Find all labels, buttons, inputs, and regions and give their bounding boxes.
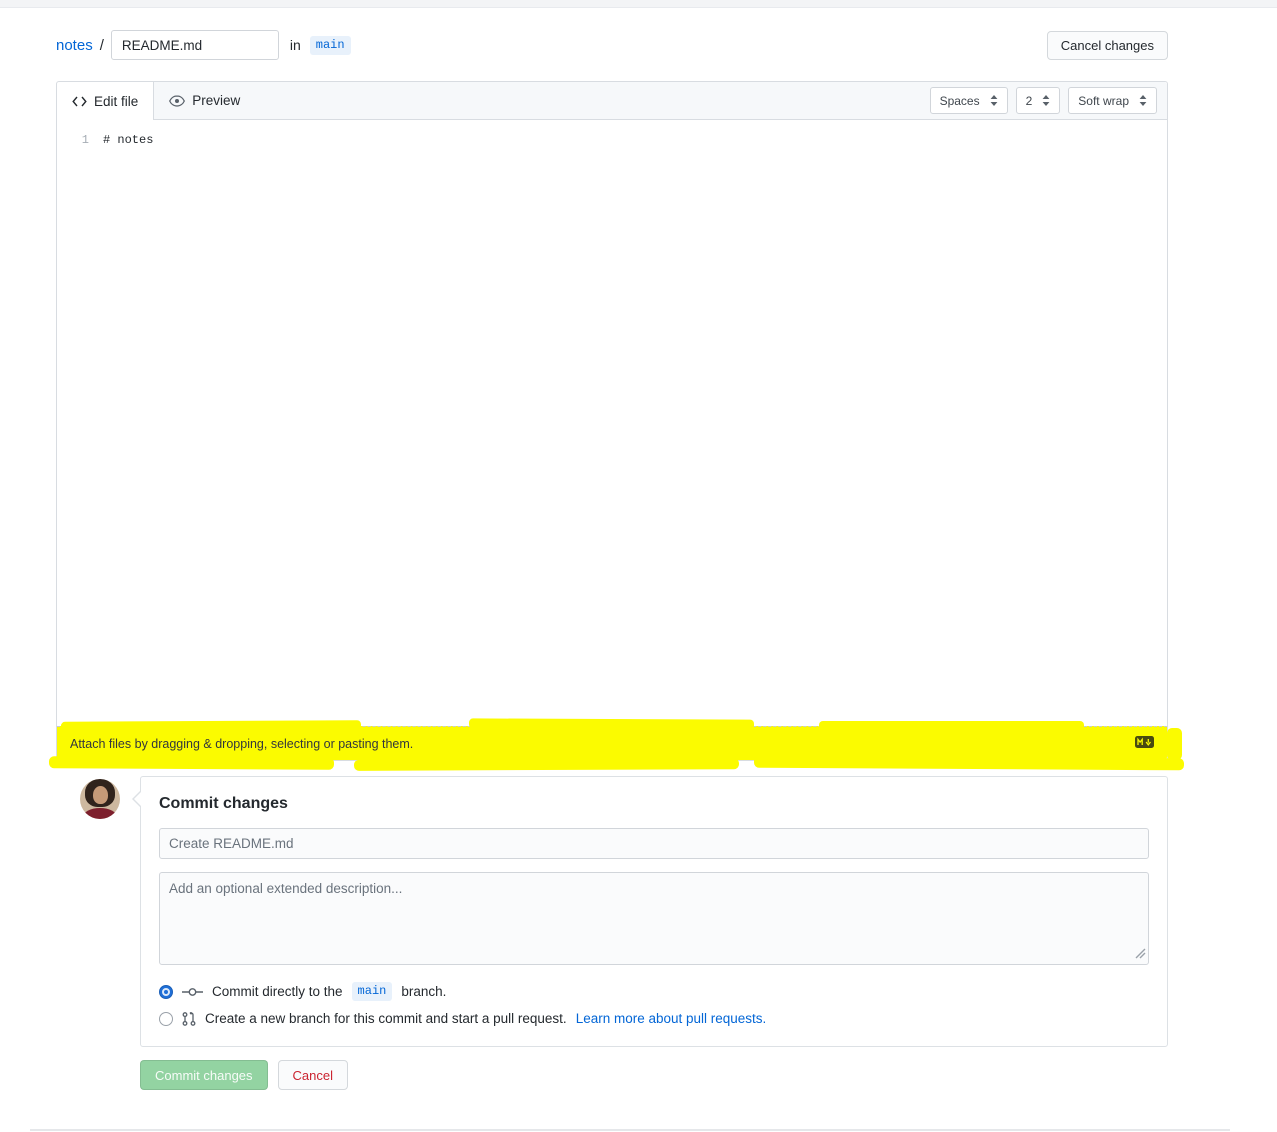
editor-header: Edit file Preview Spaces 2 Soft wrap: [57, 82, 1167, 120]
file-editor: Edit file Preview Spaces 2 Soft wrap: [56, 81, 1168, 761]
direct-commit-text-post: branch.: [401, 984, 446, 999]
code-icon: [72, 96, 87, 107]
repo-link[interactable]: notes: [56, 37, 93, 54]
branch-badge: main: [310, 36, 351, 55]
wrap-mode-select[interactable]: Soft wrap: [1068, 87, 1157, 114]
footer-divider: [30, 1129, 1230, 1131]
commit-summary-input[interactable]: [159, 828, 1149, 859]
indent-size-value: 2: [1026, 94, 1033, 108]
attach-hint-text: Attach files by dragging & dropping, sel…: [70, 737, 1135, 751]
wrap-mode-value: Soft wrap: [1078, 94, 1129, 108]
commit-section: Commit changes Commit directly to the ma…: [56, 776, 1168, 1090]
radio-commit-direct[interactable]: [159, 985, 173, 999]
editor-controls: Spaces 2 Soft wrap: [930, 82, 1167, 119]
commit-description-textarea[interactable]: [159, 872, 1149, 965]
line-content: # notes: [103, 130, 153, 150]
cancel-changes-button[interactable]: Cancel changes: [1047, 31, 1168, 60]
attach-files-dropzone[interactable]: Attach files by dragging & dropping, sel…: [57, 726, 1167, 760]
resize-handle-icon[interactable]: [1135, 946, 1146, 962]
tab-edit-file-label: Edit file: [94, 94, 138, 109]
git-pull-request-icon: [182, 1012, 196, 1026]
commit-title: Commit changes: [159, 795, 1149, 813]
commit-form: Commit changes Commit directly to the ma…: [140, 776, 1168, 1047]
attach-files-area: Attach files by dragging & dropping, sel…: [57, 726, 1167, 760]
radio-new-branch[interactable]: [159, 1012, 173, 1026]
tab-edit-file[interactable]: Edit file: [57, 82, 154, 120]
breadcrumb: notes / in main Cancel changes: [56, 29, 1168, 61]
markdown-icon[interactable]: [1135, 736, 1154, 751]
page-top-strip: [0, 0, 1277, 8]
indent-size-select[interactable]: 2: [1016, 87, 1061, 114]
indent-mode-value: Spaces: [940, 94, 980, 108]
user-avatar: [80, 779, 120, 819]
tab-preview[interactable]: Preview: [154, 82, 255, 119]
breadcrumb-separator: /: [100, 37, 104, 54]
filename-input[interactable]: [111, 30, 279, 60]
in-branch-label: in: [290, 37, 301, 53]
learn-more-link[interactable]: Learn more about pull requests.: [576, 1011, 767, 1026]
indent-mode-select[interactable]: Spaces: [930, 87, 1008, 114]
commit-changes-button[interactable]: Commit changes: [140, 1060, 268, 1090]
updown-icon: [1139, 95, 1147, 106]
eye-icon: [169, 95, 185, 107]
updown-icon: [990, 95, 998, 106]
new-branch-text: Create a new branch for this commit and …: [205, 1011, 567, 1026]
cancel-button[interactable]: Cancel: [278, 1060, 348, 1090]
branch-badge: main: [352, 982, 393, 1001]
line-number: 1: [57, 130, 103, 150]
direct-commit-text-pre: Commit directly to the: [212, 984, 343, 999]
updown-icon: [1042, 95, 1050, 106]
code-editor[interactable]: 1 # notes: [57, 120, 1167, 726]
git-commit-icon: [182, 986, 203, 998]
tab-preview-label: Preview: [192, 93, 240, 108]
radio-row-new-branch: Create a new branch for this commit and …: [159, 1011, 1149, 1026]
commit-actions: Commit changes Cancel: [140, 1060, 1168, 1090]
radio-row-direct-commit: Commit directly to the main branch.: [159, 982, 1149, 1001]
code-line: 1 # notes: [57, 130, 1167, 150]
